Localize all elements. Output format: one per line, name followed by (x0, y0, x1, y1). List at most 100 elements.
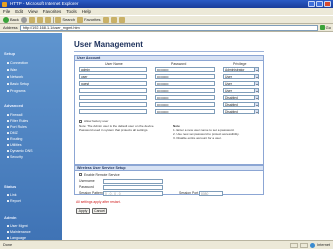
col-user-name: User Name (105, 62, 123, 66)
history-icon[interactable] (102, 16, 109, 23)
bullet-icon (7, 83, 9, 85)
menu-tools[interactable]: Tools (66, 8, 77, 15)
home-icon[interactable] (44, 16, 51, 23)
username-input[interactable] (79, 109, 147, 114)
bullet-icon (7, 69, 9, 71)
search-icon (55, 16, 62, 23)
password-input[interactable]: •••••••••• (155, 95, 215, 100)
allow-factory-label: Allow factory user (84, 118, 109, 123)
status-panel (290, 243, 299, 248)
address-input[interactable]: http://192.168.1.1/user_mgmt.htm (19, 24, 318, 31)
apply-button[interactable]: Apply (76, 208, 90, 214)
username-input[interactable] (79, 102, 147, 107)
print-icon[interactable] (118, 16, 125, 23)
favorites-label: Favorites (84, 17, 101, 22)
sidebar-item-routing[interactable]: Routing (7, 137, 22, 141)
chevron-down-icon (254, 82, 258, 86)
refresh-icon[interactable] (36, 16, 43, 23)
privilege-select[interactable]: Disabled (223, 95, 259, 100)
allow-factory-checkbox[interactable] (79, 120, 82, 123)
sidebar-item-filter-rules[interactable]: Filter Rules (7, 119, 28, 123)
sidebar-item-port-rules[interactable]: Port Rules (7, 125, 27, 129)
menu-favorites[interactable]: Favorites (43, 8, 62, 15)
globe-icon (310, 243, 316, 248)
session-port-input[interactable]: 8080 (199, 190, 223, 196)
password-input[interactable]: •••••••••• (155, 74, 215, 79)
privilege-select[interactable]: Disabled (223, 109, 259, 114)
enable-remote-checkbox[interactable] (79, 173, 82, 176)
chevron-down-icon (254, 96, 258, 100)
menu-edit[interactable]: Edit (15, 8, 23, 15)
sidebar-item-label: Basic Setup (10, 82, 30, 86)
privilege-select[interactable]: User (223, 74, 259, 79)
username-input[interactable] (79, 88, 147, 93)
window-title: HTTP - Microsoft Internet Explorer (10, 1, 79, 6)
cancel-button[interactable]: Cancel (92, 208, 107, 214)
chevron-down-icon (254, 110, 258, 114)
sidebar-item-report[interactable]: Report (7, 199, 21, 203)
password-input[interactable]: •••••••••• (155, 102, 215, 107)
sidebar-item-programs[interactable]: Programs (7, 89, 26, 93)
remote-username-input[interactable] (103, 178, 163, 184)
privilege-select[interactable]: User (223, 81, 259, 86)
sidebar-item-maintenance[interactable]: Maintenance (7, 230, 31, 234)
table-row: admin •••••••••• Administrator (75, 67, 265, 73)
sidebar-item-wan[interactable]: Wan (7, 68, 17, 72)
username-input[interactable]: admin (79, 67, 147, 72)
sidebar-item-connection[interactable]: Connection (7, 61, 28, 65)
menu-file[interactable]: File (3, 8, 10, 15)
sidebar-item-network[interactable]: Network (7, 75, 23, 79)
close-button[interactable] (324, 1, 331, 7)
password-input[interactable]: •••••••••• (155, 88, 215, 93)
go-button[interactable]: Go (319, 25, 331, 30)
privilege-select[interactable]: Administrator (223, 67, 259, 72)
sidebar-item-link[interactable]: Link (7, 193, 17, 197)
table-row: user •••••••••• User (75, 74, 265, 80)
bullet-icon (7, 90, 9, 92)
sidebar-item-label: Network (10, 75, 24, 79)
username-input[interactable] (79, 95, 147, 100)
minimize-button[interactable] (308, 1, 315, 7)
ie-icon (2, 1, 7, 7)
privilege-select[interactable]: User (223, 88, 259, 93)
favorites-button[interactable]: Favorites (77, 16, 101, 23)
sidebar-item-basic-setup[interactable]: Basic Setup (7, 82, 29, 86)
table-row: •••••••••• Disabled (75, 95, 265, 101)
bullet-icon (7, 62, 9, 64)
sidebar-item-utilities[interactable]: Utilities (7, 143, 22, 147)
remote-password-input[interactable] (103, 184, 163, 190)
privilege-select[interactable]: Disabled (223, 102, 259, 107)
menu-view[interactable]: View (28, 8, 38, 15)
username-input[interactable]: guest (79, 81, 147, 86)
back-button[interactable]: Back (3, 16, 19, 23)
privilege-value: User (225, 75, 232, 79)
sidebar-item-security[interactable]: Security (7, 155, 23, 159)
stop-icon[interactable] (28, 16, 35, 23)
privilege-value: Administrator (225, 68, 245, 72)
sidebar-item-label: Wan (10, 68, 18, 72)
password-input[interactable]: •••••••••• (155, 81, 215, 86)
sidebar-section-status: Status (4, 184, 17, 189)
sidebar-item-user-mgmt[interactable]: User Mgmt (7, 224, 28, 228)
sidebar-item-firewall[interactable]: Firewall (7, 113, 22, 117)
username-input[interactable]: user (79, 74, 147, 79)
forward-arrow-icon[interactable] (20, 16, 27, 23)
bullet-icon (7, 194, 9, 196)
bullet-icon (7, 225, 9, 227)
menu-help[interactable]: Help (82, 8, 91, 15)
maximize-button[interactable] (316, 1, 323, 7)
password-input[interactable]: •••••••••• (155, 109, 215, 114)
password-input[interactable]: •••••••••• (155, 67, 215, 72)
session-pattern-input[interactable]: 0 . 0 . 0 . 0 (103, 190, 163, 196)
search-button[interactable]: Search (55, 16, 75, 23)
sidebar-item-dynamic-dns[interactable]: Dynamic DNS (7, 149, 33, 153)
sidebar-section-setup: Setup (4, 51, 16, 56)
title-divider (74, 51, 264, 52)
sidebar-item-label: Maintenance (10, 230, 31, 234)
bullet-icon (7, 138, 9, 140)
back-arrow-icon (3, 16, 9, 23)
note-line-3: 3. Disable entire account for a user. (173, 136, 222, 140)
sidebar-item-dmz[interactable]: DMZ (7, 131, 18, 135)
toolbar-divider (52, 16, 54, 23)
mail-icon[interactable] (110, 16, 117, 23)
